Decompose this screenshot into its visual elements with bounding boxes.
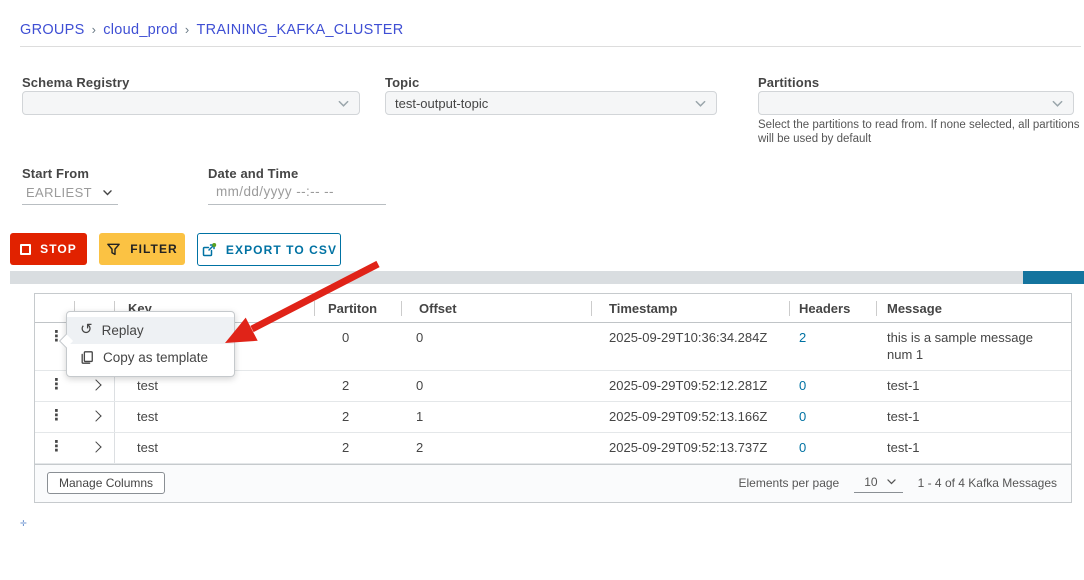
topic-select[interactable]: test-output-topic (385, 91, 717, 115)
filter-button[interactable]: FILTER (99, 233, 185, 265)
cell-partition: 0 (314, 323, 401, 370)
cell-offset: 0 (401, 371, 591, 401)
filter-button-label: FILTER (130, 242, 178, 256)
cursor-artifact: ✛ (20, 519, 27, 528)
breadcrumb-training-kafka-cluster[interactable]: TRAINING_KAFKA_CLUSTER (197, 22, 404, 38)
context-menu-copy-label: Copy as template (103, 350, 208, 365)
context-menu-replay-label: Replay (102, 323, 144, 338)
copy-icon (80, 350, 94, 365)
column-header-partition[interactable]: Partiton (314, 294, 401, 322)
row-actions-kebab-icon[interactable]: ⋮ (49, 377, 64, 392)
stop-square-icon (20, 244, 31, 255)
cell-partition: 2 (314, 402, 401, 432)
kafka-messages-page: GROUPS › cloud_prod › TRAINING_KAFKA_CLU… (0, 0, 1084, 580)
cell-offset: 2 (401, 433, 591, 463)
breadcrumb-separator-icon: › (92, 22, 97, 37)
table-row: ⋮ test 2 2 2025-09-29T09:52:13.737Z 0 te… (35, 433, 1071, 464)
column-header-timestamp[interactable]: Timestamp (591, 294, 789, 322)
partitions-label: Partitions (758, 75, 819, 90)
export-icon (201, 242, 217, 258)
headers-count-link[interactable]: 0 (799, 440, 806, 455)
schema-registry-label: Schema Registry (22, 75, 129, 90)
cell-message: this is a sample message num 1 (876, 323, 1071, 370)
cell-key: test (114, 433, 314, 463)
export-button-label: EXPORT TO CSV (226, 243, 337, 257)
pagination-range-text: 1 - 4 of 4 Kafka Messages (918, 476, 1057, 490)
table-row: ⋮ test 2 1 2025-09-29T09:52:13.166Z 0 te… (35, 402, 1071, 433)
row-context-menu: ↺ Replay Copy as template (66, 311, 235, 377)
column-header-message[interactable]: Message (876, 294, 1071, 322)
topic-label: Topic (385, 75, 419, 90)
cell-timestamp: 2025-09-29T10:36:34.284Z (591, 323, 789, 370)
headers-count-link[interactable]: 0 (799, 378, 806, 393)
pagination: Elements per page 10 1 - 4 of 4 Kafka Me… (739, 474, 1058, 493)
scrollbar-thumb[interactable] (1023, 271, 1084, 284)
chevron-down-icon (337, 97, 350, 110)
headers-count-link[interactable]: 0 (799, 409, 806, 424)
funnel-icon (106, 242, 121, 257)
chevron-down-icon (102, 187, 113, 198)
chevron-down-icon (694, 97, 707, 110)
expand-row-chevron-icon[interactable] (90, 379, 101, 390)
partitions-hint: Select the partitions to read from. If n… (758, 118, 1084, 147)
expand-row-chevron-icon[interactable] (90, 441, 101, 452)
page-size-select[interactable]: 10 (854, 474, 902, 493)
export-to-csv-button[interactable]: EXPORT TO CSV (197, 233, 341, 266)
start-from-value: EARLIEST (26, 185, 92, 200)
partitions-select[interactable] (758, 91, 1074, 115)
schema-registry-select[interactable] (22, 91, 360, 115)
cell-partition: 2 (314, 371, 401, 401)
chevron-down-icon (1051, 97, 1064, 110)
page-size-value: 10 (864, 475, 877, 489)
cell-timestamp: 2025-09-29T09:52:12.281Z (591, 371, 789, 401)
cell-message: test-1 (876, 371, 1071, 401)
stop-button-label: STOP (40, 242, 77, 256)
row-actions-kebab-icon[interactable]: ⋮ (49, 439, 64, 454)
cell-key: test (114, 402, 314, 432)
date-time-input[interactable]: mm/dd/yyyy --:-- -- (208, 182, 386, 205)
cell-message: test-1 (876, 433, 1071, 463)
column-header-headers[interactable]: Headers (789, 294, 876, 322)
row-actions-kebab-icon[interactable]: ⋮ (49, 408, 64, 423)
breadcrumb-separator-icon: › (185, 22, 190, 37)
manage-columns-button[interactable]: Manage Columns (47, 472, 165, 494)
header-divider (20, 46, 1081, 47)
topic-value: test-output-topic (395, 96, 488, 111)
chevron-down-icon (886, 476, 897, 487)
elements-per-page-label: Elements per page (739, 476, 840, 490)
start-from-select[interactable]: EARLIEST (22, 183, 118, 205)
cell-timestamp: 2025-09-29T09:52:13.737Z (591, 433, 789, 463)
stop-button[interactable]: STOP (10, 233, 87, 265)
breadcrumb-groups[interactable]: GROUPS (20, 22, 85, 38)
cell-offset: 1 (401, 402, 591, 432)
replay-icon: ↺ (80, 322, 93, 337)
table-footer: Manage Columns Elements per page 10 1 - … (35, 464, 1071, 502)
breadcrumb: GROUPS › cloud_prod › TRAINING_KAFKA_CLU… (20, 22, 404, 38)
column-header-offset[interactable]: Offset (401, 294, 591, 322)
horizontal-scrollbar[interactable] (10, 271, 1084, 284)
start-from-label: Start From (22, 166, 89, 181)
headers-count-link[interactable]: 2 (799, 330, 806, 345)
expand-row-chevron-icon[interactable] (90, 410, 101, 421)
cell-message: test-1 (876, 402, 1071, 432)
context-menu-replay[interactable]: ↺ Replay (67, 317, 234, 344)
context-menu-copy-as-template[interactable]: Copy as template (67, 344, 234, 371)
cell-offset: 0 (401, 323, 591, 370)
cell-partition: 2 (314, 433, 401, 463)
date-time-label: Date and Time (208, 166, 298, 181)
cell-timestamp: 2025-09-29T09:52:13.166Z (591, 402, 789, 432)
breadcrumb-cloud-prod[interactable]: cloud_prod (103, 22, 178, 38)
